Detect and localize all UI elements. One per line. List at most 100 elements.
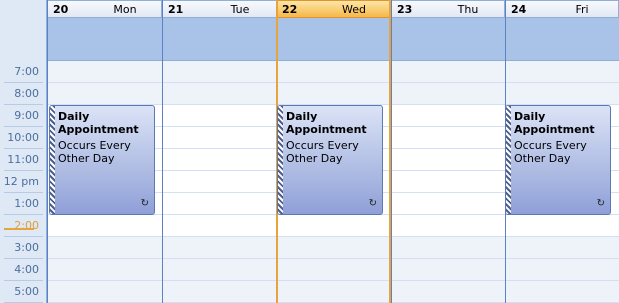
appointment-wed[interactable]: Daily Appointment Occurs Every Other Day… [277,105,383,215]
time-label: 10:00 [7,131,39,144]
time-slot-cell[interactable] [162,171,277,193]
day-header[interactable]: 21 Tue [162,0,277,18]
time-slot: 7:00 [0,61,46,83]
time-slot-cell[interactable] [276,215,391,237]
current-time-marker [4,228,34,230]
time-slot-cell[interactable] [276,237,391,259]
time-slot-cell[interactable] [391,193,505,215]
appointment-fri[interactable]: Daily Appointment Occurs Every Other Day… [505,105,611,215]
appointment-mon[interactable]: Daily Appointment Occurs Every Other Day… [49,105,155,215]
time-slot-cell[interactable] [391,215,505,237]
time-label: 7:00 [14,65,39,78]
recurrence-icon: ↻ [140,198,149,209]
time-slot-cell[interactable] [276,281,391,303]
time-slot-cell[interactable] [391,149,505,171]
time-label: 5:00 [14,285,39,298]
day-column-thu[interactable]: 23 Thu [391,0,505,303]
day-header[interactable]: 23 Thu [391,0,505,18]
time-slot-cell[interactable] [47,83,162,105]
time-slot-cell[interactable] [391,237,505,259]
appointment-description: Occurs Every Other Day [286,139,359,165]
appointment-title: Daily Appointment [286,110,367,136]
time-slot-cell[interactable] [47,281,162,303]
busy-status-stripe [506,106,511,214]
time-slot-cell[interactable] [391,259,505,281]
time-slot: 9:00 [0,105,46,127]
all-day-area[interactable] [162,18,277,61]
time-slot: 3:00 [0,237,46,259]
recurrence-icon: ↻ [368,198,377,209]
day-number: 23 [397,3,413,16]
time-slot-cell[interactable] [276,83,391,105]
day-number: 21 [168,3,184,16]
day-name: Fri [575,3,589,16]
time-slot-cell[interactable] [505,237,619,259]
time-slot-cell[interactable] [505,215,619,237]
time-column: 7:00 8:00 9:00 10:00 11:00 12 pm 1:00 2:… [0,61,47,303]
time-grid[interactable] [162,61,277,303]
time-slot-cell[interactable] [162,281,277,303]
time-slot-cell[interactable] [162,61,277,83]
day-header[interactable]: 24 Fri [505,0,619,18]
time-label: 3:00 [14,241,39,254]
time-slot-cell[interactable] [47,259,162,281]
day-number: 22 [282,3,298,16]
time-slot-cell[interactable] [391,105,505,127]
time-slot-cell[interactable] [276,259,391,281]
time-slot-cell[interactable] [505,83,619,105]
busy-status-stripe [50,106,55,214]
all-day-area[interactable] [505,18,619,61]
time-label: 11:00 [7,153,39,166]
time-slot-cell[interactable] [391,61,505,83]
time-slot: 10:00 [0,127,46,149]
time-slot-cell[interactable] [505,281,619,303]
time-slot-cell[interactable] [47,215,162,237]
time-slot: 12 pm [0,171,46,193]
time-slot-cell[interactable] [391,281,505,303]
day-name: Tue [230,3,250,16]
day-number: 20 [53,3,69,16]
current-time-label: 2:00 [14,219,39,232]
time-label: 12 pm [3,175,39,188]
day-name: Wed [342,3,366,16]
day-name: Mon [113,3,137,16]
day-header-today[interactable]: 22 Wed [276,0,391,18]
busy-status-stripe [278,106,283,214]
time-slot-cell[interactable] [162,259,277,281]
time-slot-cell[interactable] [391,83,505,105]
all-day-area[interactable] [47,18,162,61]
time-slot-cell[interactable] [162,215,277,237]
time-slot-cell[interactable] [47,237,162,259]
time-slot-cell[interactable] [162,193,277,215]
time-label: 1:00 [14,197,39,210]
calendar-week-view: 7:00 8:00 9:00 10:00 11:00 12 pm 1:00 2:… [0,0,619,303]
time-slot-cell[interactable] [162,149,277,171]
recurrence-icon: ↻ [596,198,605,209]
time-slot-cell[interactable] [162,127,277,149]
time-slot: 11:00 [0,149,46,171]
time-label: 4:00 [14,263,39,276]
time-slot-cell[interactable] [276,61,391,83]
day-column-tue[interactable]: 21 Tue [162,0,277,303]
time-slot-cell[interactable] [47,61,162,83]
calendar-corner [0,0,47,61]
time-slot: 8:00 [0,83,46,105]
time-slot: 2:00 [0,215,46,237]
all-day-area[interactable] [276,18,391,61]
time-slot-cell[interactable] [505,259,619,281]
day-name: Thu [457,3,479,16]
time-slot: 4:00 [0,259,46,281]
time-slot-cell[interactable] [505,61,619,83]
time-label: 8:00 [14,87,39,100]
time-slot-cell[interactable] [391,127,505,149]
time-slot-cell[interactable] [162,105,277,127]
time-slot-cell[interactable] [162,83,277,105]
time-grid[interactable] [391,61,505,303]
day-number: 24 [511,3,527,16]
all-day-area[interactable] [391,18,505,61]
time-slot-cell[interactable] [391,171,505,193]
day-header[interactable]: 20 Mon [47,0,162,18]
time-slot-cell[interactable] [162,237,277,259]
appointment-description: Occurs Every Other Day [58,139,131,165]
appointment-title: Daily Appointment [514,110,595,136]
